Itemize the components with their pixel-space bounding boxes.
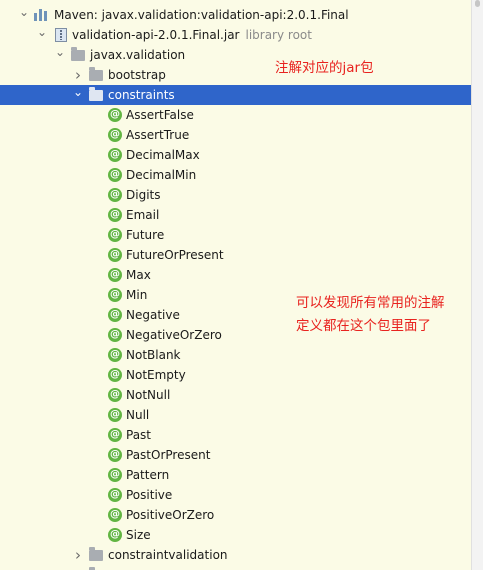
package-note-line1: 可以发现所有常用的注解: [296, 295, 445, 311]
library-label: Maven: javax.validation:validation-api:2…: [54, 8, 349, 22]
annotation-icon: @: [108, 208, 122, 222]
tree-row-annotation[interactable]: @ Size: [0, 525, 471, 545]
annotation-label: Null: [126, 408, 150, 422]
annotation-label: PastOrPresent: [126, 448, 211, 462]
annotation-icon: @: [108, 428, 122, 442]
annotation-label: Size: [126, 528, 151, 542]
annotation-icon: @: [108, 148, 122, 162]
expand-arrow-icon[interactable]: [72, 65, 84, 85]
tree-row-annotation[interactable]: @ NotEmpty: [0, 365, 471, 385]
annotation-label: Future: [126, 228, 165, 242]
tree-row-constraints[interactable]: constraints: [0, 85, 471, 105]
annotation-icon: @: [108, 288, 122, 302]
annotation-icon: @: [108, 468, 122, 482]
tree-row-annotation[interactable]: @ AssertFalse: [0, 105, 471, 125]
library-root-label: library root: [245, 28, 312, 42]
tree-row-constraintvalidation[interactable]: constraintvalidation: [0, 545, 471, 565]
tree-row-annotation[interactable]: @ Future: [0, 225, 471, 245]
annotation-label: Digits: [126, 188, 161, 202]
annotation-icon: @: [108, 408, 122, 422]
tree-row-annotation[interactable]: @ Past: [0, 425, 471, 445]
annotation-icon: @: [108, 328, 122, 342]
jar-label: validation-api-2.0.1.Final.jar: [72, 28, 240, 42]
annotation-icon: @: [108, 528, 122, 542]
tree-row-annotation[interactable]: @ Pattern: [0, 465, 471, 485]
folder-icon: [89, 547, 103, 561]
tree-row-annotation[interactable]: @ AssertTrue: [0, 125, 471, 145]
tree-row-annotation[interactable]: @ Positive: [0, 485, 471, 505]
tree-row-annotation[interactable]: @ Null: [0, 405, 471, 425]
tree-row-annotation[interactable]: @ NotBlank: [0, 345, 471, 365]
folder-icon: [89, 67, 103, 81]
tree-row-package[interactable]: javax.validation: [0, 45, 471, 65]
annotation-label: Max: [126, 268, 151, 282]
annotation-label: NotEmpty: [126, 368, 186, 382]
project-tree[interactable]: Maven: javax.validation:validation-api:2…: [0, 0, 471, 570]
annotation-label: Email: [126, 208, 160, 222]
annotation-label: FutureOrPresent: [126, 248, 224, 262]
annotation-icon: @: [108, 388, 122, 402]
annotation-icon: @: [108, 348, 122, 362]
annotation-label: AssertTrue: [126, 128, 190, 142]
annotation-icon: @: [108, 368, 122, 382]
tree-row-annotation[interactable]: @ PastOrPresent: [0, 445, 471, 465]
annotation-icon: @: [108, 448, 122, 462]
tree-row-annotation[interactable]: @ NotNull: [0, 385, 471, 405]
tree-row-bootstrap[interactable]: bootstrap: [0, 65, 471, 85]
tree-row-library[interactable]: Maven: javax.validation:validation-api:2…: [0, 5, 471, 25]
tree-row-annotation[interactable]: @ Max: [0, 265, 471, 285]
tree-row-annotation[interactable]: @ DecimalMax: [0, 145, 471, 165]
tree-row-annotation[interactable]: @ DecimalMin: [0, 165, 471, 185]
annotation-label: AssertFalse: [126, 108, 194, 122]
annotation-label: Past: [126, 428, 152, 442]
tree-row-annotation[interactable]: @ Email: [0, 205, 471, 225]
expand-arrow-icon[interactable]: [72, 545, 84, 565]
annotation-label: Negative: [126, 308, 180, 322]
annotation-icon: @: [108, 308, 122, 322]
constraintvalidation-label: constraintvalidation: [108, 548, 228, 562]
tree-row-jar[interactable]: validation-api-2.0.1.Final.jar library ro…: [0, 25, 471, 45]
annotation-label: DecimalMax: [126, 148, 200, 162]
tree-row-annotation[interactable]: @ PositiveOrZero: [0, 505, 471, 525]
annotation-icon: @: [108, 128, 122, 142]
package-folder-icon: [71, 47, 85, 61]
annotation-icon: @: [108, 168, 122, 182]
package-note-line2: 定义都在这个包里面了: [296, 318, 431, 334]
collapse-arrow-icon[interactable]: [36, 25, 48, 45]
annotation-label: DecimalMin: [126, 168, 197, 182]
jar-icon: [55, 28, 67, 42]
jar-note: 注解对应的jar包: [275, 60, 374, 76]
vertical-scrollbar[interactable]: [471, 0, 483, 570]
annotation-icon: @: [108, 248, 122, 262]
collapse-arrow-icon[interactable]: [72, 85, 84, 105]
constraints-label: constraints: [108, 88, 175, 102]
annotation-icon: @: [108, 228, 122, 242]
folder-icon: [89, 87, 103, 101]
library-icon: [34, 8, 48, 22]
annotation-label: Min: [126, 288, 148, 302]
annotation-label: Pattern: [126, 468, 170, 482]
annotation-label: NegativeOrZero: [126, 328, 222, 342]
collapse-arrow-icon[interactable]: [18, 5, 30, 25]
bootstrap-label: bootstrap: [108, 68, 166, 82]
annotation-icon: @: [108, 188, 122, 202]
annotation-icon: @: [108, 488, 122, 502]
annotation-label: NotBlank: [126, 348, 181, 362]
annotation-icon: @: [108, 108, 122, 122]
tree-row-annotation[interactable]: @ Digits: [0, 185, 471, 205]
tree-row-annotation[interactable]: @ FutureOrPresent: [0, 245, 471, 265]
scroll-thumb[interactable]: [475, 0, 480, 7]
annotation-label: PositiveOrZero: [126, 508, 215, 522]
annotation-icon: @: [108, 268, 122, 282]
collapse-arrow-icon[interactable]: [54, 45, 66, 65]
annotation-label: Positive: [126, 488, 173, 502]
tree-row-partial-bottom: [0, 565, 471, 570]
annotation-icon: @: [108, 508, 122, 522]
annotation-label: NotNull: [126, 388, 171, 402]
package-label: javax.validation: [90, 48, 186, 62]
